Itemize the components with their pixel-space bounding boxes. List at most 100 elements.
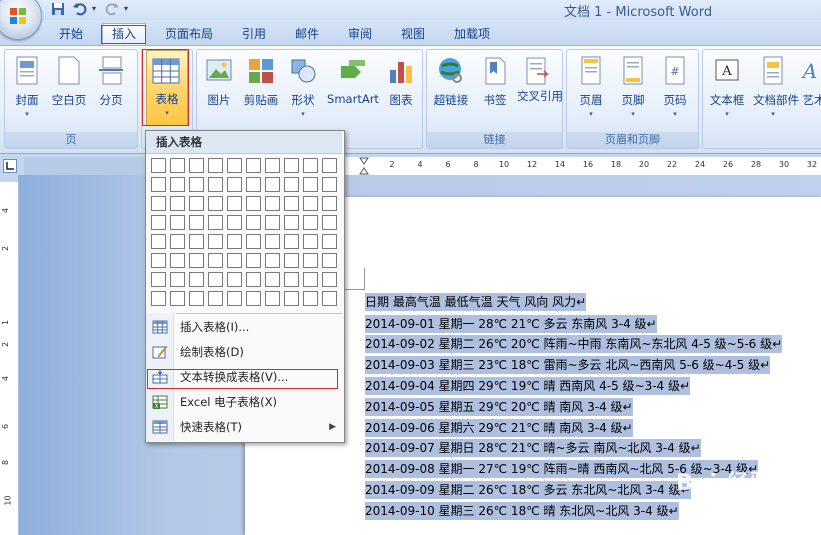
document-line[interactable]: 2014-09-06 星期六 29℃ 21℃ 晴 南风 3-4 级↵ bbox=[365, 419, 633, 437]
redo-icon[interactable] bbox=[104, 1, 120, 17]
insert-table-item[interactable]: 插入表格(I)... bbox=[148, 315, 342, 339]
blank-page-button[interactable]: 空白页 bbox=[49, 54, 89, 108]
grid-cell[interactable] bbox=[265, 177, 280, 192]
document-line[interactable]: 2014-09-03 星期三 23℃ 18℃ 雷雨~多云 北风~西南风 5-6 … bbox=[365, 356, 771, 374]
grid-cell[interactable] bbox=[322, 177, 337, 192]
grid-cell[interactable] bbox=[208, 291, 223, 306]
grid-cell[interactable] bbox=[303, 158, 318, 173]
grid-cell[interactable] bbox=[227, 291, 242, 306]
hyperlink-button[interactable]: 超链接 bbox=[431, 54, 471, 108]
grid-cell[interactable] bbox=[265, 234, 280, 249]
tab-home[interactable]: 开始 bbox=[50, 25, 92, 43]
grid-cell[interactable] bbox=[151, 196, 166, 211]
grid-cell[interactable] bbox=[208, 234, 223, 249]
document-line[interactable]: 2014-09-02 星期二 26℃ 20℃ 阵雨~中雨 东南风~东北风 4-5… bbox=[365, 335, 783, 353]
grid-cell[interactable] bbox=[208, 272, 223, 287]
grid-cell[interactable] bbox=[170, 196, 185, 211]
grid-cell[interactable] bbox=[151, 272, 166, 287]
grid-cell[interactable] bbox=[303, 272, 318, 287]
grid-cell[interactable] bbox=[151, 177, 166, 192]
grid-cell[interactable] bbox=[170, 234, 185, 249]
page-number-button[interactable]: # 页码 ▾ bbox=[655, 54, 695, 118]
grid-cell[interactable] bbox=[189, 177, 204, 192]
grid-cell[interactable] bbox=[246, 253, 261, 268]
footer-button[interactable]: 页脚 ▾ bbox=[613, 54, 653, 118]
grid-cell[interactable] bbox=[265, 291, 280, 306]
bookmark-button[interactable]: 书签 bbox=[475, 54, 515, 108]
grid-cell[interactable] bbox=[151, 253, 166, 268]
grid-cell[interactable] bbox=[170, 253, 185, 268]
grid-cell[interactable] bbox=[322, 215, 337, 230]
grid-cell[interactable] bbox=[227, 272, 242, 287]
smartart-button[interactable]: SmartArt bbox=[325, 54, 381, 106]
grid-cell[interactable] bbox=[322, 253, 337, 268]
tab-review[interactable]: 审阅 bbox=[339, 25, 381, 43]
grid-cell[interactable] bbox=[265, 158, 280, 173]
grid-cell[interactable] bbox=[284, 177, 299, 192]
cross-reference-button[interactable]: 交叉引用 bbox=[517, 54, 563, 103]
horizontal-ruler[interactable]: 2 4 6 8 10 12 14 16 18 20 22 24 26 28 30… bbox=[345, 157, 821, 176]
grid-cell[interactable] bbox=[189, 291, 204, 306]
quick-tables-item[interactable]: 快速表格(T) ▶ bbox=[148, 415, 342, 439]
grid-cell[interactable] bbox=[303, 253, 318, 268]
quick-parts-button[interactable]: 文档部件 ▾ bbox=[753, 54, 799, 118]
document-line[interactable]: 2014-09-07 星期日 28℃ 21℃ 晴~多云 南风~北风 3-4 级↵ bbox=[365, 439, 701, 457]
grid-cell[interactable] bbox=[170, 291, 185, 306]
undo-icon[interactable] bbox=[72, 1, 88, 17]
grid-cell[interactable] bbox=[284, 158, 299, 173]
grid-cell[interactable] bbox=[265, 196, 280, 211]
grid-cell[interactable] bbox=[246, 177, 261, 192]
grid-cell[interactable] bbox=[189, 196, 204, 211]
grid-cell[interactable] bbox=[208, 196, 223, 211]
clip-art-button[interactable]: 剪贴画 bbox=[241, 54, 281, 108]
grid-cell[interactable] bbox=[208, 253, 223, 268]
customize-qat-icon[interactable]: ▾ bbox=[124, 4, 128, 20]
grid-cell[interactable] bbox=[208, 158, 223, 173]
grid-cell[interactable] bbox=[189, 215, 204, 230]
grid-cell[interactable] bbox=[151, 215, 166, 230]
document-line[interactable]: 2014-09-09 星期二 26℃ 18℃ 多云 东北风~北风 3-4 级↵ bbox=[365, 481, 691, 499]
grid-cell[interactable] bbox=[227, 215, 242, 230]
document-line[interactable]: 日期 最高气温 最低气温 天气 风向 风力↵ bbox=[365, 293, 587, 311]
indent-marker-icon[interactable] bbox=[359, 157, 369, 175]
grid-cell[interactable] bbox=[265, 272, 280, 287]
grid-cell[interactable] bbox=[189, 253, 204, 268]
grid-cell[interactable] bbox=[227, 158, 242, 173]
picture-button[interactable]: 图片 bbox=[199, 54, 239, 108]
draw-table-item[interactable]: 绘制表格(D) bbox=[148, 340, 342, 364]
grid-cell[interactable] bbox=[227, 177, 242, 192]
document-line[interactable]: 2014-09-05 星期五 29℃ 20℃ 晴 南风 3-4 级↵ bbox=[365, 398, 633, 416]
grid-cell[interactable] bbox=[322, 291, 337, 306]
grid-cell[interactable] bbox=[303, 215, 318, 230]
grid-cell[interactable] bbox=[151, 291, 166, 306]
tab-page-layout[interactable]: 页面布局 bbox=[160, 25, 218, 43]
grid-cell[interactable] bbox=[189, 234, 204, 249]
grid-cell[interactable] bbox=[208, 177, 223, 192]
document-line[interactable]: 2014-09-04 星期四 29℃ 19℃ 晴 西南风 4-5 级~3-4 级… bbox=[365, 377, 691, 395]
grid-cell[interactable] bbox=[189, 158, 204, 173]
grid-cell[interactable] bbox=[227, 234, 242, 249]
shapes-button[interactable]: 形状 ▾ bbox=[283, 54, 323, 118]
wordart-button[interactable]: A 艺术 bbox=[799, 54, 821, 108]
grid-cell[interactable] bbox=[303, 196, 318, 211]
save-icon[interactable] bbox=[50, 1, 66, 17]
tab-view[interactable]: 视图 bbox=[392, 25, 434, 43]
grid-cell[interactable] bbox=[151, 158, 166, 173]
grid-cell[interactable] bbox=[265, 215, 280, 230]
grid-cell[interactable] bbox=[303, 234, 318, 249]
excel-spreadsheet-item[interactable]: X Excel 电子表格(X) bbox=[148, 390, 342, 414]
grid-cell[interactable] bbox=[246, 272, 261, 287]
grid-cell[interactable] bbox=[322, 234, 337, 249]
header-button[interactable]: 页眉 ▾ bbox=[571, 54, 611, 118]
grid-cell[interactable] bbox=[265, 253, 280, 268]
grid-cell[interactable] bbox=[303, 177, 318, 192]
grid-cell[interactable] bbox=[189, 272, 204, 287]
tab-selector[interactable] bbox=[3, 159, 17, 173]
grid-cell[interactable] bbox=[170, 158, 185, 173]
grid-cell[interactable] bbox=[208, 215, 223, 230]
grid-cell[interactable] bbox=[322, 272, 337, 287]
grid-cell[interactable] bbox=[151, 234, 166, 249]
grid-cell[interactable] bbox=[284, 272, 299, 287]
page-break-button[interactable]: 分页 bbox=[91, 54, 131, 108]
grid-cell[interactable] bbox=[246, 234, 261, 249]
